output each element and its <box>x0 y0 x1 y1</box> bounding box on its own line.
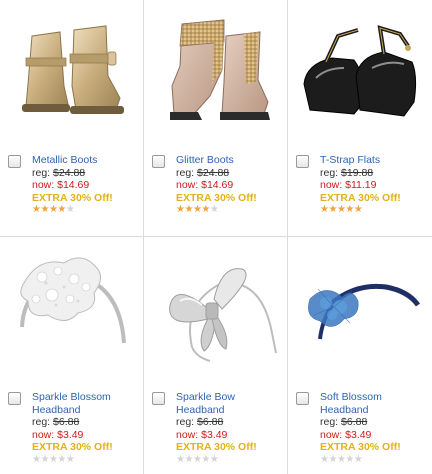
star-icon: ★ <box>201 204 210 215</box>
sale-price: now: $3.49 <box>320 429 428 442</box>
regular-price-label: reg: <box>176 166 195 179</box>
sale-price-label: now: <box>176 179 199 191</box>
star-icon: ★ <box>209 204 219 215</box>
product-info: Sparkle Blossom Headband reg: $6.88 now:… <box>32 391 140 466</box>
product-name-link[interactable]: Sparkle Bow Headband <box>176 391 284 416</box>
product-card: Glitter Boots reg: $24.88 now: $14.69 EX… <box>144 0 287 236</box>
promo-badge: EXTRA 30% Off! <box>320 191 401 204</box>
regular-price-value: $19.88 <box>341 166 374 179</box>
regular-price: reg: $24.88 <box>176 167 284 180</box>
star-icon: ★ <box>353 204 363 215</box>
silver-bow-headband-image[interactable] <box>152 243 280 383</box>
star-rating[interactable]: ★★★★★ <box>176 204 284 216</box>
regular-price-label: reg: <box>320 416 339 428</box>
star-icon: ★ <box>40 204 49 215</box>
regular-price-value: $6.88 <box>197 416 224 428</box>
sale-price-label: now: <box>32 428 55 441</box>
star-icon: ★ <box>184 453 193 465</box>
compare-checkbox[interactable] <box>152 155 165 168</box>
sale-price: now: $14.69 <box>32 179 140 192</box>
product-name-link[interactable]: T-Strap Flats <box>320 154 428 167</box>
regular-price-label: reg: <box>176 416 195 428</box>
silver-blossom-headband-image[interactable] <box>8 243 136 383</box>
sale-price-value: $14.69 <box>201 179 234 191</box>
star-icon: ★ <box>201 453 210 465</box>
sale-price: now: $14.69 <box>176 179 284 192</box>
product-name-link[interactable]: Soft Blossom Headband <box>320 391 428 416</box>
sale-price-value: $3.49 <box>345 428 372 441</box>
sale-price-value: $3.49 <box>201 428 228 441</box>
product-name-link[interactable]: Sparkle Blossom Headband <box>32 391 140 416</box>
star-icon: ★ <box>209 453 219 465</box>
product-grid: Metallic Boots reg: $24.88 now: $14.69 E… <box>0 0 432 474</box>
product-info: Sparkle Bow Headband reg: $6.88 now: $3.… <box>176 391 284 466</box>
star-icon: ★ <box>65 204 75 215</box>
regular-price-value: $6.88 <box>341 416 368 428</box>
regular-price: reg: $6.88 <box>320 416 428 429</box>
compare-checkbox[interactable] <box>296 155 309 168</box>
sale-price-label: now: <box>320 428 343 441</box>
star-icon: ★ <box>345 453 354 465</box>
sale-price-value: $11.19 <box>345 179 377 191</box>
product-info: Metallic Boots reg: $24.88 now: $14.69 E… <box>32 154 140 216</box>
star-rating[interactable]: ★★★★★ <box>320 454 428 466</box>
star-rating[interactable]: ★★★★★ <box>320 204 428 216</box>
sale-price-label: now: <box>32 179 55 191</box>
regular-price-value: $24.88 <box>197 166 230 179</box>
star-rating[interactable]: ★★★★★ <box>176 454 284 466</box>
regular-price-label: reg: <box>32 166 51 179</box>
promo-badge: EXTRA 30% Off! <box>32 441 113 453</box>
star-rating[interactable]: ★★★★★ <box>32 204 140 216</box>
blue-blossom-headband-image[interactable] <box>296 243 424 383</box>
regular-price: reg: $24.88 <box>32 167 140 180</box>
compare-checkbox[interactable] <box>152 392 165 405</box>
product-card: T-Strap Flats reg: $19.88 now: $11.19 EX… <box>288 0 431 236</box>
star-icon: ★ <box>57 204 66 215</box>
sale-price: now: $3.49 <box>32 429 140 442</box>
star-icon: ★ <box>65 453 75 465</box>
star-icon: ★ <box>184 204 193 215</box>
sale-price-label: now: <box>320 179 343 191</box>
star-icon: ★ <box>328 204 337 215</box>
product-card: Sparkle Blossom Headband reg: $6.88 now:… <box>0 237 143 473</box>
regular-price: reg: $6.88 <box>32 416 140 429</box>
star-icon: ★ <box>353 453 363 465</box>
promo-badge: EXTRA 30% Off! <box>176 441 257 453</box>
star-icon: ★ <box>328 453 337 465</box>
star-icon: ★ <box>57 453 66 465</box>
compare-checkbox[interactable] <box>8 155 21 168</box>
compare-checkbox[interactable] <box>8 392 21 405</box>
promo-badge: EXTRA 30% Off! <box>32 191 113 204</box>
star-rating[interactable]: ★★★★★ <box>32 454 140 466</box>
star-icon: ★ <box>345 204 354 215</box>
regular-price-label: reg: <box>32 416 51 428</box>
promo-badge: EXTRA 30% Off! <box>176 191 257 204</box>
glitter-chelsea-boots-image[interactable] <box>152 6 280 146</box>
sale-price: now: $3.49 <box>176 429 284 442</box>
regular-price-label: reg: <box>320 166 339 179</box>
black-patent-t-strap-flats-image[interactable] <box>296 6 424 146</box>
sale-price-label: now: <box>176 428 199 441</box>
product-card: Metallic Boots reg: $24.88 now: $14.69 E… <box>0 0 143 236</box>
product-name-link[interactable]: Metallic Boots <box>32 154 140 167</box>
product-info: Soft Blossom Headband reg: $6.88 now: $3… <box>320 391 428 466</box>
promo-badge: EXTRA 30% Off! <box>320 441 401 453</box>
product-name-link[interactable]: Glitter Boots <box>176 154 284 167</box>
sale-price-value: $14.69 <box>57 179 90 191</box>
product-info: T-Strap Flats reg: $19.88 now: $11.19 EX… <box>320 154 428 216</box>
sale-price: now: $11.19 <box>320 179 428 192</box>
regular-price: reg: $6.88 <box>176 416 284 429</box>
product-info: Glitter Boots reg: $24.88 now: $14.69 EX… <box>176 154 284 216</box>
regular-price-value: $6.88 <box>53 416 80 428</box>
product-card: Sparkle Bow Headband reg: $6.88 now: $3.… <box>144 237 287 473</box>
sale-price-value: $3.49 <box>57 428 84 441</box>
compare-checkbox[interactable] <box>296 392 309 405</box>
regular-price: reg: $19.88 <box>320 167 428 180</box>
product-card: Soft Blossom Headband reg: $6.88 now: $3… <box>288 237 431 473</box>
gold-ankle-boots-image[interactable] <box>8 6 136 146</box>
star-icon: ★ <box>40 453 49 465</box>
regular-price-value: $24.88 <box>53 166 86 179</box>
